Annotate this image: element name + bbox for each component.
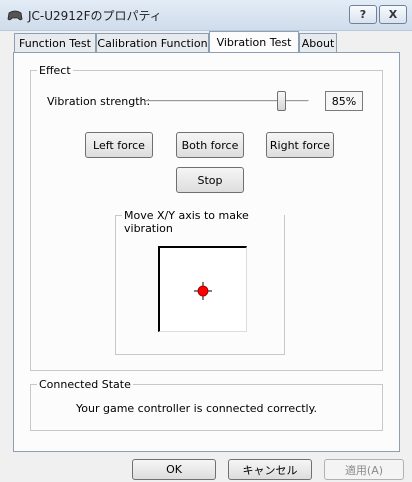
vibration-strength-slider[interactable] [145, 91, 309, 113]
close-icon: X [388, 8, 398, 21]
help-icon: ? [359, 8, 367, 21]
help-button[interactable]: ? [349, 5, 377, 24]
tab-calibration-function[interactable]: Calibration Function [96, 33, 209, 52]
tab-panel: Effect Vibration strength: 85% Left forc… [13, 52, 400, 452]
cancel-button[interactable]: キャンセル [228, 459, 312, 480]
close-button[interactable]: X [379, 5, 407, 24]
ok-button[interactable]: OK [132, 459, 216, 480]
apply-button[interactable]: 適用(A) [324, 459, 404, 480]
effect-group: Effect Vibration strength: 85% Left forc… [30, 64, 383, 371]
apply-label: 適用(A) [344, 463, 384, 477]
stop-label: Stop [197, 173, 223, 187]
connected-state-group: Connected State Your game controller is … [30, 378, 383, 431]
left-force-label: Left force [93, 138, 145, 152]
strength-value-text: 85% [331, 94, 357, 108]
gamepad-icon [7, 10, 23, 21]
tab-vibration-test[interactable]: Vibration Test [209, 31, 299, 52]
connected-message: Your game controller is connected correc… [76, 402, 318, 415]
crosshair-icon [194, 282, 212, 300]
tab-label: Function Test [19, 36, 91, 50]
tab-function-test[interactable]: Function Test [14, 33, 96, 52]
both-force-label: Both force [181, 138, 239, 152]
cancel-label: キャンセル [242, 463, 298, 477]
tab-label: About [301, 36, 335, 50]
right-force-label: Right force [269, 138, 331, 152]
window-title: JC-U2912Fのプロパティ [28, 9, 162, 23]
tab-about[interactable]: About [299, 33, 337, 52]
slider-thumb[interactable] [277, 91, 286, 111]
tab-label: Calibration Function [97, 36, 208, 50]
axis-group: Move X/Y axis to make vibration [115, 209, 285, 355]
stop-button[interactable]: Stop [176, 167, 244, 193]
connected-state-legend: Connected State [37, 378, 133, 391]
left-force-button[interactable]: Left force [85, 132, 153, 158]
effect-legend: Effect [37, 64, 73, 77]
both-force-button[interactable]: Both force [176, 132, 244, 158]
tab-label: Vibration Test [216, 35, 292, 49]
right-force-button[interactable]: Right force [266, 132, 334, 158]
axis-legend: Move X/Y axis to make vibration [122, 209, 284, 235]
ok-label: OK [166, 463, 182, 476]
title-bar: JC-U2912Fのプロパティ ? X [0, 0, 412, 31]
vibration-strength-value: 85% [325, 91, 363, 111]
axis-area[interactable] [158, 246, 247, 332]
vibration-strength-label: Vibration strength: [47, 95, 151, 108]
